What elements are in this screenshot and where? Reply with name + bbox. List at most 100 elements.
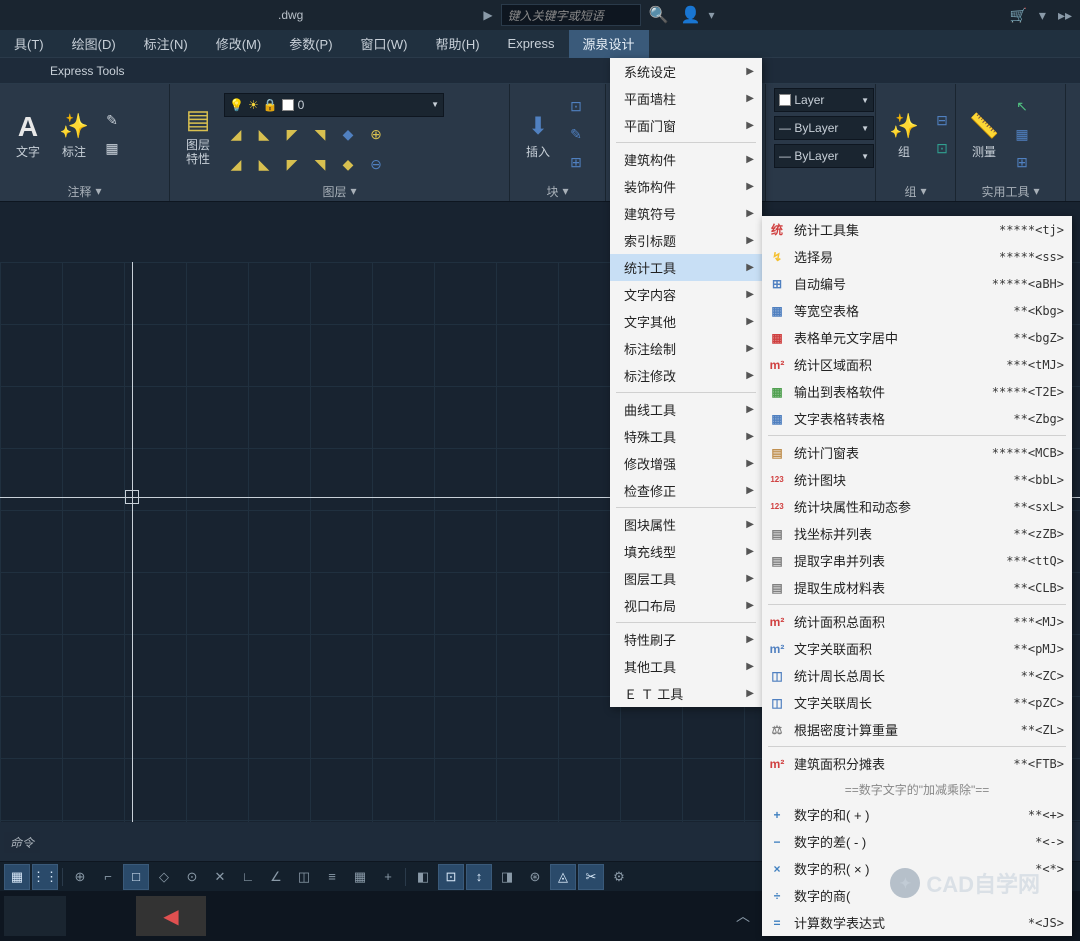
user-dropdown[interactable]: ▾ xyxy=(708,8,714,22)
status-toggle[interactable]: ⊡ xyxy=(438,864,464,890)
submenu-item[interactable]: ↯选择易*****<ss> xyxy=(762,243,1072,270)
menu-item[interactable]: 索引标题▶ xyxy=(610,227,762,254)
app-thumbnail[interactable]: ◀ xyxy=(136,896,206,936)
menu-item[interactable]: 参数(P) xyxy=(275,30,346,58)
status-toggle[interactable]: ⌐ xyxy=(95,864,121,890)
menu-item[interactable]: 图块属性▶ xyxy=(610,511,762,538)
submenu-item[interactable]: −数字的差( - )*<-> xyxy=(762,828,1072,855)
user-icon[interactable]: 👤 xyxy=(681,5,701,25)
color-combo[interactable]: Layer▼ xyxy=(774,88,874,112)
submenu-item[interactable]: ▦文字表格转表格**<Zbg> xyxy=(762,405,1072,432)
submenu-item[interactable]: ▤提取生成材料表**<CLB> xyxy=(762,574,1072,601)
status-toggle[interactable]: ⋮⋮ xyxy=(32,864,58,890)
menu-item[interactable]: Express xyxy=(494,30,569,58)
status-toggle[interactable]: ⊕ xyxy=(67,864,93,890)
status-toggle[interactable]: + xyxy=(375,864,401,890)
create-block-icon[interactable]: ⊡ xyxy=(564,95,588,119)
submenu-item[interactable]: 123统计图块**<bbL> xyxy=(762,466,1072,493)
submenu-item[interactable]: ▤提取字串并列表***<ttQ> xyxy=(762,547,1072,574)
menu-item[interactable]: 特性刷子▶ xyxy=(610,626,762,653)
menu-item[interactable]: 具(T) xyxy=(0,30,58,58)
menu-item[interactable]: 文字内容▶ xyxy=(610,281,762,308)
insert-button[interactable]: ⬇ 插入 xyxy=(518,109,558,161)
qselect-icon[interactable]: ⊞ xyxy=(1010,151,1034,175)
select-icon[interactable]: ↖ xyxy=(1010,95,1034,119)
block-attr-icon[interactable]: ⊞ xyxy=(564,151,588,175)
submenu-item[interactable]: ▦输出到表格软件*****<T2E> xyxy=(762,378,1072,405)
layer-tool-1[interactable]: ◢ xyxy=(224,123,248,147)
menu-item[interactable]: 其他工具▶ xyxy=(610,653,762,680)
layer-tool-8[interactable]: ◣ xyxy=(252,153,276,177)
submenu-item[interactable]: +数字的和( + )**<+> xyxy=(762,801,1072,828)
submenu-item[interactable]: ◫统计周长总周长**<ZC> xyxy=(762,662,1072,689)
menu-item[interactable]: 修改(M) xyxy=(202,30,276,58)
menu-item[interactable]: 特殊工具▶ xyxy=(610,423,762,450)
status-toggle[interactable]: ✂ xyxy=(578,864,604,890)
menu-item[interactable]: 建筑符号▶ xyxy=(610,200,762,227)
status-toggle[interactable]: ◧ xyxy=(410,864,436,890)
submenu-item[interactable]: 统统计工具集*****<tj> xyxy=(762,216,1072,243)
submenu-item[interactable]: ⊞自动编号*****<aBH> xyxy=(762,270,1072,297)
submenu-item[interactable]: m²建筑面积分摊表**<FTB> xyxy=(762,750,1072,777)
submenu-item[interactable]: ▦表格单元文字居中**<bgZ> xyxy=(762,324,1072,351)
menu-item[interactable]: 窗口(W) xyxy=(347,30,422,58)
layer-tool-5[interactable]: ◆ xyxy=(336,123,360,147)
layer-properties-button[interactable]: ▤ 图层 特性 xyxy=(178,102,218,168)
status-toggle[interactable]: ≡ xyxy=(319,864,345,890)
menu-item[interactable]: Ｅ Ｔ 工具▶ xyxy=(610,680,762,707)
status-toggle[interactable]: ⚙ xyxy=(606,864,632,890)
menu-item[interactable]: 帮助(H) xyxy=(421,30,493,58)
layer-tool-7[interactable]: ◢ xyxy=(224,153,248,177)
submenu-item[interactable]: ▦等宽空表格**<Kbg> xyxy=(762,297,1072,324)
menu-item[interactable]: 平面墙柱▶ xyxy=(610,85,762,112)
submenu-item[interactable]: m²统计区域面积***<tMJ> xyxy=(762,351,1072,378)
submenu-item[interactable]: ⚖根据密度计算重量**<ZL> xyxy=(762,716,1072,743)
menu-item[interactable]: 源泉设计 xyxy=(569,30,649,58)
status-toggle[interactable]: ⊙ xyxy=(179,864,205,890)
menu-item[interactable]: 标注绘制▶ xyxy=(610,335,762,362)
layer-tool-2[interactable]: ◣ xyxy=(252,123,276,147)
status-toggle[interactable]: ↕ xyxy=(466,864,492,890)
model-tab[interactable] xyxy=(4,896,66,936)
cart-icon[interactable]: 🛒 xyxy=(1009,7,1026,24)
layer-tool-10[interactable]: ◥ xyxy=(308,153,332,177)
calc-icon[interactable]: ▦ xyxy=(1010,123,1034,147)
menu-item[interactable]: 绘图(D) xyxy=(58,30,130,58)
status-toggle[interactable]: ▦ xyxy=(347,864,373,890)
status-toggle[interactable]: ◫ xyxy=(291,864,317,890)
search-input[interactable]: 键入关键字或短语 xyxy=(501,4,641,26)
group-button[interactable]: ✨ 组 xyxy=(884,109,924,161)
expand-icon[interactable]: ▸▸ xyxy=(1058,7,1072,24)
status-toggle[interactable]: ∟ xyxy=(235,864,261,890)
command-line[interactable]: 命令 xyxy=(4,832,40,853)
ungroup-icon[interactable]: ⊟ xyxy=(930,109,954,133)
menu-item[interactable]: 建筑构件▶ xyxy=(610,146,762,173)
submenu-item[interactable]: =计算数学表达式*<JS> xyxy=(762,909,1072,936)
status-toggle[interactable]: ◨ xyxy=(494,864,520,890)
table-icon[interactable]: ▦ xyxy=(100,137,124,161)
tab-express-tools[interactable]: Express Tools xyxy=(40,64,134,78)
text-button[interactable]: A 文字 xyxy=(8,109,48,161)
help-icon[interactable]: ▾ xyxy=(1039,7,1046,24)
menu-item[interactable]: 装饰构件▶ xyxy=(610,173,762,200)
menu-item[interactable]: 修改增强▶ xyxy=(610,450,762,477)
submenu-item[interactable]: m²文字关联面积**<pMJ> xyxy=(762,635,1072,662)
play-icon[interactable]: ▶ xyxy=(483,8,492,22)
layer-tool-3[interactable]: ◤ xyxy=(280,123,304,147)
layer-tool-6[interactable]: ⊕ xyxy=(364,123,388,147)
group-edit-icon[interactable]: ⊡ xyxy=(930,137,954,161)
caret-up-icon[interactable]: ︿ xyxy=(736,906,750,926)
status-toggle[interactable]: ∠ xyxy=(263,864,289,890)
status-toggle[interactable]: ✕ xyxy=(207,864,233,890)
search-icon[interactable]: 🔍 xyxy=(649,5,669,25)
submenu-item[interactable]: ▤找坐标并列表**<zZB> xyxy=(762,520,1072,547)
menu-item[interactable]: 统计工具▶ xyxy=(610,254,762,281)
status-toggle[interactable]: ◬ xyxy=(550,864,576,890)
layer-tool-9[interactable]: ◤ xyxy=(280,153,304,177)
lineweight-combo[interactable]: — ByLayer▼ xyxy=(774,116,874,140)
layer-tool-12[interactable]: ⊖ xyxy=(364,153,388,177)
linetype-combo[interactable]: — ByLayer▼ xyxy=(774,144,874,168)
menu-item[interactable]: 检查修正▶ xyxy=(610,477,762,504)
menu-item[interactable]: 平面门窗▶ xyxy=(610,112,762,139)
layer-tool-4[interactable]: ◥ xyxy=(308,123,332,147)
